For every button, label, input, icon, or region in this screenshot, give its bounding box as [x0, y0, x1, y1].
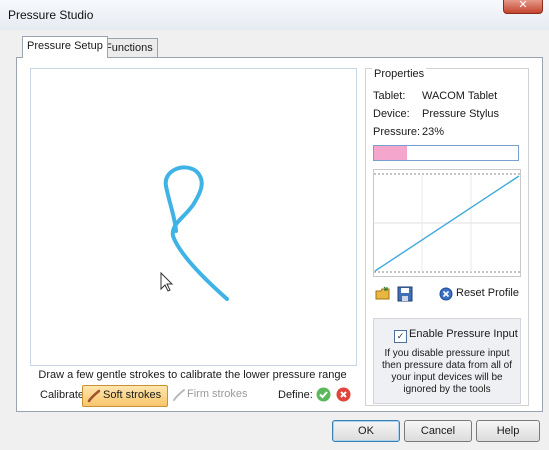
soft-strokes-button[interactable]: Soft strokes — [82, 385, 168, 407]
enable-pressure-checkbox[interactable]: ✓ — [394, 330, 407, 343]
stroke-layer — [160, 165, 229, 301]
tab-pressure-setup[interactable]: Pressure Setup — [22, 36, 108, 58]
pressure-curve-graph[interactable] — [373, 169, 521, 277]
close-button[interactable]: ✕ — [503, 0, 543, 14]
close-icon: ✕ — [518, 0, 528, 11]
x-icon[interactable] — [336, 387, 351, 402]
tablet-label: Tablet: — [373, 90, 406, 102]
pressure-curve-svg — [374, 173, 520, 273]
reset-icon[interactable] — [439, 287, 453, 301]
cancel-button[interactable]: Cancel — [404, 420, 472, 442]
enable-pressure-help: If you disable pressure input then press… — [381, 348, 513, 395]
pressure-label: Pressure: — [373, 126, 421, 138]
reset-profile-button[interactable]: Reset Profile — [456, 287, 519, 299]
calibrate-row: Calibrate: Soft strokes Firm strokes Def… — [30, 385, 355, 407]
tab-label: Pressure Setup — [27, 40, 103, 52]
firm-strokes-button[interactable]: Firm strokes — [170, 385, 248, 405]
properties-title: Properties — [372, 68, 427, 80]
calibrate-label: Calibrate: — [40, 389, 88, 401]
enable-pressure-label[interactable]: Enable Pressure Input — [409, 328, 518, 340]
drawing-canvas[interactable] — [30, 68, 357, 366]
define-label: Define: — [278, 389, 313, 401]
soft-strokes-label: Soft strokes — [103, 389, 162, 401]
tab-label: Functions — [105, 42, 153, 54]
pressure-value: 23% — [422, 126, 445, 138]
calibration-stroke — [163, 165, 229, 301]
device-label: Device: — [373, 108, 410, 120]
help-button[interactable]: Help — [476, 420, 540, 442]
calibration-stroke — [164, 184, 178, 233]
save-icon[interactable] — [397, 286, 413, 302]
brush-icon — [173, 389, 185, 401]
device-value: Pressure Stylus — [422, 108, 500, 120]
dialog-window: Pressure Studio ✕ Pressure Setup Functio… — [0, 0, 549, 450]
tab-functions[interactable]: Functions — [100, 38, 158, 58]
title-bar[interactable]: Pressure Studio ✕ — [0, 0, 549, 31]
mouse-cursor-icon — [160, 271, 174, 292]
pressure-bar-fill — [374, 146, 408, 160]
firm-strokes-label: Firm strokes — [187, 388, 248, 400]
ok-button[interactable]: OK — [332, 420, 400, 442]
open-folder-icon[interactable] — [375, 286, 391, 302]
calibration-instruction: Draw a few gentle strokes to calibrate t… — [38, 369, 347, 381]
window-title: Pressure Studio — [8, 8, 94, 22]
tablet-value: WACOM Tablet — [422, 90, 498, 102]
check-icon[interactable] — [316, 387, 331, 402]
profile-tools: Reset Profile — [373, 286, 519, 304]
checkmark-icon: ✓ — [396, 331, 405, 341]
brush-icon — [87, 389, 101, 403]
pressure-bar — [373, 145, 519, 161]
enable-pressure-section: ✓ Enable Pressure Input If you disable p… — [373, 318, 521, 404]
